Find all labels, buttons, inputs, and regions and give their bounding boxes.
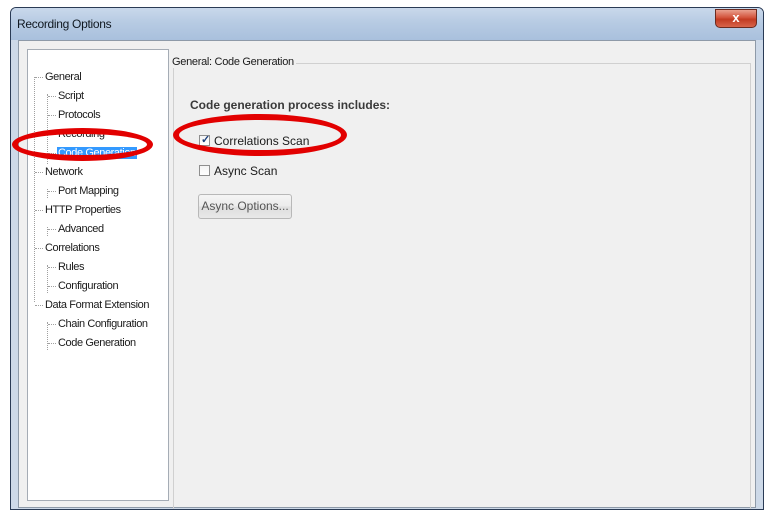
tree-item-label: Protocols [58, 109, 101, 121]
tree-item-label: Rules [58, 261, 85, 273]
tree-line [48, 343, 56, 344]
tree-line [48, 115, 56, 116]
tree-item-label: Network [45, 166, 83, 178]
tree-item-dfe-code-generation[interactable]: Code Generation [57, 336, 137, 350]
tree-line [35, 77, 43, 78]
section-label: Code generation process includes: [190, 98, 391, 112]
tree-line [48, 191, 56, 192]
checkbox-box[interactable] [199, 165, 210, 177]
tree-item-label: Advanced [58, 223, 104, 235]
recording-options-dialog: Recording Options x General Script Proto… [10, 7, 764, 510]
tree-item-label: Port Mapping [58, 185, 119, 197]
tree-item-correlations[interactable]: Correlations [44, 241, 101, 255]
tree-item-label: HTTP Properties [45, 204, 121, 216]
tree-item-http-properties[interactable]: HTTP Properties [44, 203, 122, 217]
close-icon: x [732, 10, 740, 25]
tree-item-script[interactable]: Script [57, 89, 85, 103]
tree-line [35, 248, 43, 249]
tree-line [48, 267, 56, 268]
tree-item-data-format-extension[interactable]: Data Format Extension [44, 298, 150, 312]
tree-line [34, 77, 35, 302]
highlight-ellipse-tree [12, 128, 153, 161]
tree-item-rules[interactable]: Rules [57, 260, 85, 274]
async-scan-checkbox[interactable]: Async Scan [199, 162, 277, 178]
tree-item-configuration[interactable]: Configuration [57, 279, 119, 293]
async-options-button[interactable]: Async Options... [198, 194, 292, 219]
tree-item-label: Configuration [58, 280, 119, 292]
tree-line [48, 96, 56, 97]
title-bar[interactable]: Recording Options x [11, 8, 763, 40]
tree-item-port-mapping[interactable]: Port Mapping [57, 184, 120, 198]
tree-line [47, 265, 48, 293]
tree-line [47, 322, 48, 350]
tree-item-protocols[interactable]: Protocols [57, 108, 101, 122]
tree-line [35, 210, 43, 211]
tree-item-label: Script [58, 90, 84, 102]
window-title: Recording Options [17, 17, 112, 31]
tree-line [35, 305, 43, 306]
options-tree: General Script Protocols Recording Code … [27, 49, 169, 501]
tree-item-label: General [45, 71, 82, 83]
tree-item-label: Correlations [45, 242, 100, 254]
tree-item-chain-configuration[interactable]: Chain Configuration [57, 317, 149, 331]
tree-item-label: Chain Configuration [58, 318, 148, 330]
tree-item-network[interactable]: Network [44, 165, 84, 179]
tree-item-label: Data Format Extension [45, 299, 150, 311]
tree-item-advanced[interactable]: Advanced [57, 222, 105, 236]
group-title: General: Code Generation [170, 56, 296, 68]
async-scan-label: Async Scan [214, 163, 278, 178]
tree-line [35, 172, 43, 173]
close-button[interactable]: x [715, 9, 757, 28]
highlight-ellipse-checkbox [173, 114, 347, 156]
tree-item-label: Code Generation [58, 337, 136, 349]
tree-item-general[interactable]: General [44, 70, 82, 84]
tree-line [48, 229, 56, 230]
tree-line [48, 324, 56, 325]
tree-line [48, 286, 56, 287]
dialog-content: General Script Protocols Recording Code … [18, 40, 756, 509]
